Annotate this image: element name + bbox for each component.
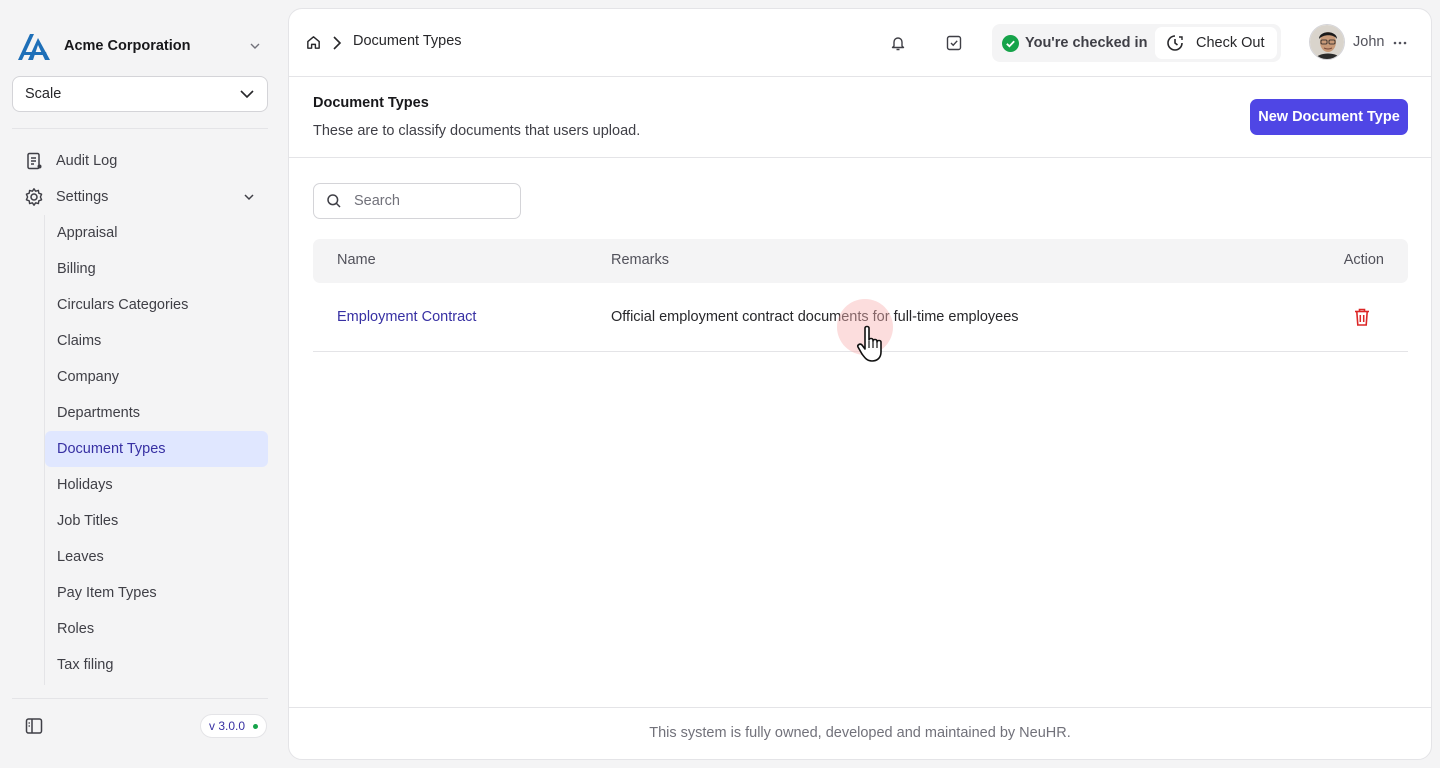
footer: This system is fully owned, developed an…	[289, 707, 1431, 759]
sidebar-item-job-titles[interactable]: Job Titles	[45, 503, 268, 539]
home-icon[interactable]	[305, 34, 322, 51]
page-header: Document Types These are to classify doc…	[289, 77, 1431, 158]
pointer-hand-icon	[857, 325, 882, 362]
check-out-label: Check Out	[1196, 35, 1265, 51]
column-header-remarks: Remarks	[611, 252, 670, 268]
document-type-name-link[interactable]: Employment Contract	[337, 309, 476, 325]
task-check-icon[interactable]	[945, 34, 963, 52]
sidebar-item-company[interactable]: Company	[45, 359, 268, 395]
user-photo	[1310, 25, 1344, 59]
main-panel: Document Types You're checked in Check O…	[288, 8, 1432, 760]
sidebar-item-pay-item-types[interactable]: Pay Item Types	[45, 575, 268, 611]
table-header: Name Remarks Action	[313, 239, 1408, 283]
gear-icon	[25, 188, 43, 206]
status-dot	[253, 723, 259, 729]
search-input[interactable]	[354, 193, 504, 209]
sidebar-item-appraisal[interactable]: Appraisal	[45, 215, 268, 251]
sidebar-item-label: Settings	[56, 189, 109, 205]
sidebar-item-billing[interactable]: Billing	[45, 251, 268, 287]
sidebar-item-claims[interactable]: Claims	[45, 323, 268, 359]
more-horizontal-icon[interactable]	[1391, 34, 1409, 52]
avatar[interactable]	[1309, 24, 1345, 60]
chevron-down-icon	[244, 194, 254, 201]
search-field	[313, 183, 521, 219]
sidebar-divider	[12, 698, 268, 699]
sidebar: Acme Corporation Scale Audit Log Setting…	[0, 0, 280, 768]
column-header-action: Action	[1343, 252, 1384, 268]
acme-logo	[18, 34, 50, 60]
sidebar-item-departments[interactable]: Departments	[45, 395, 268, 431]
new-document-type-button[interactable]: New Document Type	[1250, 99, 1408, 135]
sidebar-toggle-icon[interactable]	[24, 716, 44, 736]
page-description: These are to classify documents that use…	[313, 123, 641, 139]
sidebar-item-holidays[interactable]: Holidays	[45, 467, 268, 503]
topbar: Document Types You're checked in Check O…	[289, 9, 1431, 77]
clock-icon	[1167, 35, 1183, 51]
sidebar-item-audit-log[interactable]: Audit Log	[16, 143, 268, 179]
column-header-name: Name	[337, 252, 376, 268]
workspace-select-value: Scale	[25, 86, 62, 102]
workspace-select[interactable]: Scale	[12, 76, 268, 112]
sidebar-item-roles[interactable]: Roles	[45, 611, 268, 647]
trash-icon[interactable]	[1353, 307, 1371, 327]
check-circle-icon	[1002, 34, 1019, 52]
check-in-status-text: You're checked in	[1025, 35, 1148, 51]
chevron-right-icon	[333, 36, 342, 50]
sidebar-item-tax-filing[interactable]: Tax filing	[45, 647, 268, 683]
version-label: v 3.0.0	[209, 719, 246, 733]
chevron-down-icon	[240, 90, 254, 99]
sidebar-item-circulars-categories[interactable]: Circulars Categories	[45, 287, 268, 323]
audit-log-icon	[27, 152, 42, 170]
sidebar-divider	[12, 128, 268, 129]
search-icon	[327, 194, 341, 208]
sidebar-item-label: Audit Log	[56, 153, 118, 169]
user-name[interactable]: John	[1353, 34, 1384, 50]
check-out-button[interactable]: Check Out	[1155, 27, 1277, 59]
page-title: Document Types	[313, 95, 429, 111]
settings-submenu: Appraisal Billing Circulars Categories C…	[44, 215, 268, 685]
sidebar-item-leaves[interactable]: Leaves	[45, 539, 268, 575]
check-in-status: You're checked in Check Out	[992, 24, 1281, 62]
chevron-down-icon	[250, 43, 260, 49]
org-name: Acme Corporation	[64, 38, 191, 54]
document-type-remarks: Official employment contract documents f…	[611, 309, 1019, 325]
version-badge: v 3.0.0	[200, 714, 268, 738]
sidebar-item-document-types[interactable]: Document Types	[45, 431, 268, 467]
bell-icon[interactable]	[889, 34, 907, 52]
sidebar-item-settings[interactable]: Settings	[16, 179, 268, 215]
breadcrumb-current: Document Types	[353, 33, 462, 49]
org-switcher[interactable]: Acme Corporation	[12, 26, 268, 66]
